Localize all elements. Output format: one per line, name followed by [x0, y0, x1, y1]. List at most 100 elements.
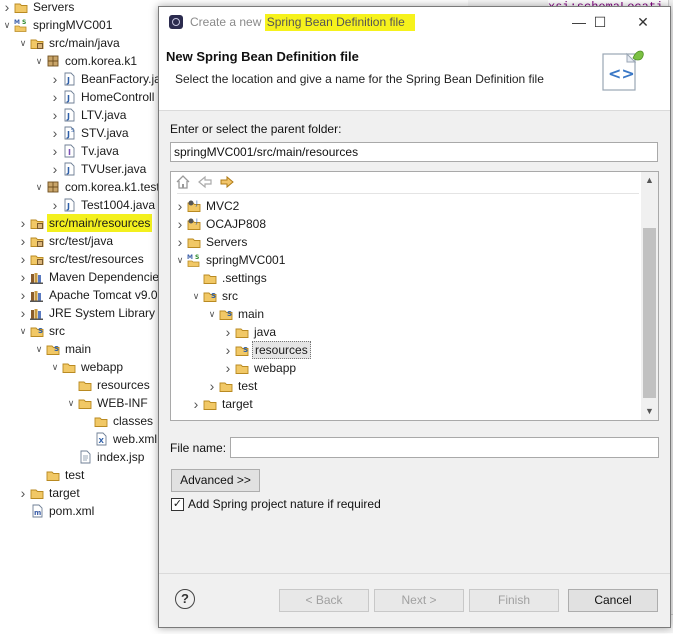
svg-text:<>: <> [608, 64, 635, 83]
folder-item-mvc2[interactable]: › J MVC2 [171, 197, 641, 215]
maximize-button[interactable]: ☐ [582, 7, 618, 38]
expanded-chevron-icon[interactable]: ∨ [34, 52, 44, 70]
collapsed-chevron-icon[interactable]: › [175, 215, 185, 233]
close-button[interactable]: ✕ [625, 7, 661, 38]
explorer-item-homecontroll[interactable]: › J HomeControll [0, 88, 165, 106]
collapsed-chevron-icon[interactable]: › [18, 214, 28, 232]
explorer-item-web-xml[interactable]: Xweb.xml [0, 430, 165, 448]
collapsed-chevron-icon[interactable]: › [2, 0, 12, 16]
help-icon[interactable]: ? [175, 589, 195, 609]
explorer-item-maven-dependencie[interactable]: › Maven Dependencie [0, 268, 165, 286]
explorer-item-test1004-java[interactable]: › J Test1004.java [0, 196, 165, 214]
explorer-item-beanfactory-ja[interactable]: › J BeanFactory.ja [0, 70, 165, 88]
spring-nature-checkbox-label[interactable]: Add Spring project nature if required [188, 497, 381, 511]
explorer-item-main[interactable]: ∨ Smain [0, 340, 165, 358]
collapsed-chevron-icon[interactable]: › [18, 286, 28, 304]
next-button[interactable]: Next > [374, 589, 464, 612]
collapsed-chevron-icon[interactable]: › [191, 395, 201, 413]
source-folder-icon [30, 219, 44, 229]
collapsed-chevron-icon[interactable]: › [18, 304, 28, 322]
explorer-item-com-korea-k1-test[interactable]: ∨ com.korea.k1.test [0, 178, 165, 196]
parent-folder-input[interactable] [170, 142, 658, 162]
advanced-button[interactable]: Advanced >> [171, 469, 260, 492]
scroll-thumb[interactable] [643, 228, 656, 398]
folder-item-springmvc001[interactable]: ∨ M SspringMVC001 [171, 251, 641, 269]
explorer-item-tv-java[interactable]: › I Tv.java [0, 142, 165, 160]
collapsed-chevron-icon[interactable]: › [207, 377, 217, 395]
finish-button[interactable]: Finish [469, 589, 559, 612]
folder-item-main[interactable]: ∨ Smain [171, 305, 641, 323]
scroll-up-arrow-icon[interactable]: ▲ [641, 172, 658, 189]
expanded-chevron-icon[interactable]: ∨ [50, 358, 60, 376]
tree-scrollbar[interactable]: ▲ ▼ [641, 172, 658, 420]
explorer-item-pom-xml[interactable]: m pom.xml [0, 502, 165, 520]
folder-item-ocajp808[interactable]: › J OCAJP808 [171, 215, 641, 233]
explorer-item-resources[interactable]: resources [0, 376, 165, 394]
folder-icon [78, 381, 92, 391]
expanded-chevron-icon[interactable]: ∨ [66, 394, 76, 412]
explorer-item-apache-tomcat-v9-0[interactable]: › Apache Tomcat v9.0 [0, 286, 165, 304]
collapsed-chevron-icon[interactable]: › [18, 250, 28, 268]
back-button[interactable]: < Back [279, 589, 369, 612]
collapsed-chevron-icon[interactable]: › [50, 160, 60, 178]
folder-item-java[interactable]: › java [171, 323, 641, 341]
folder-item-webapp[interactable]: › webapp [171, 359, 641, 377]
folder-item-target[interactable]: › target [171, 395, 641, 413]
dialog-titlebar[interactable]: Create a new Spring Bean Definition file… [159, 7, 670, 38]
collapsed-chevron-icon[interactable]: › [223, 341, 233, 359]
collapsed-chevron-icon[interactable]: › [223, 323, 233, 341]
svg-text:M: M [187, 254, 193, 261]
cancel-button[interactable]: Cancel [568, 589, 658, 612]
explorer-item-springmvc001[interactable]: ∨ M SspringMVC001 [0, 16, 165, 34]
folder-item-settings[interactable]: .settings [171, 269, 641, 287]
expanded-chevron-icon[interactable]: ∨ [18, 34, 28, 52]
collapsed-chevron-icon[interactable]: › [175, 197, 185, 215]
collapsed-chevron-icon[interactable]: › [50, 70, 60, 88]
explorer-item-classes[interactable]: classes [0, 412, 165, 430]
collapsed-chevron-icon[interactable]: › [50, 106, 60, 124]
collapsed-chevron-icon[interactable]: › [50, 196, 60, 214]
explorer-item-jre-system-library[interactable]: › JRE System Library [0, 304, 165, 322]
file-name-input[interactable] [230, 437, 659, 458]
scroll-down-arrow-icon[interactable]: ▼ [641, 403, 658, 420]
expanded-chevron-icon[interactable]: ∨ [18, 322, 28, 340]
home-icon[interactable] [175, 174, 191, 190]
expanded-chevron-icon[interactable]: ∨ [34, 340, 44, 358]
explorer-item-webapp[interactable]: ∨ webapp [0, 358, 165, 376]
collapsed-chevron-icon[interactable]: › [18, 268, 28, 286]
explorer-item-src-test-java[interactable]: › src/test/java [0, 232, 165, 250]
expanded-chevron-icon[interactable]: ∨ [191, 287, 201, 305]
collapsed-chevron-icon[interactable]: › [50, 142, 60, 160]
folder-item-test[interactable]: › test [171, 377, 641, 395]
expanded-chevron-icon[interactable]: ∨ [2, 16, 12, 34]
collapsed-chevron-icon[interactable]: › [223, 359, 233, 377]
explorer-item-src-main-resources[interactable]: › src/main/resources [0, 214, 165, 232]
explorer-item-ltv-java[interactable]: › J LTV.java [0, 106, 165, 124]
expanded-chevron-icon[interactable]: ∨ [175, 251, 185, 269]
spring-nature-checkbox[interactable]: ✓ [171, 498, 184, 511]
explorer-item-stv-java[interactable]: › J S STV.java [0, 124, 165, 142]
explorer-item-web-inf[interactable]: ∨ WEB-INF [0, 394, 165, 412]
collapsed-chevron-icon[interactable]: › [50, 88, 60, 106]
folder-item-resources[interactable]: › Sresources [171, 341, 641, 359]
explorer-item-com-korea-k1[interactable]: ∨ com.korea.k1 [0, 52, 165, 70]
back-arrow-icon[interactable] [197, 174, 213, 190]
forward-arrow-icon[interactable] [219, 174, 235, 190]
explorer-item-src[interactable]: ∨ Ssrc [0, 322, 165, 340]
tree-item-label: src [222, 289, 238, 303]
explorer-item-src-test-resources[interactable]: › src/test/resources [0, 250, 165, 268]
collapsed-chevron-icon[interactable]: › [50, 124, 60, 142]
explorer-item-target[interactable]: › target [0, 484, 165, 502]
folder-item-src[interactable]: ∨ Ssrc [171, 287, 641, 305]
explorer-item-tvuser-java[interactable]: › J TVUser.java [0, 160, 165, 178]
expanded-chevron-icon[interactable]: ∨ [34, 178, 44, 196]
explorer-item-servers[interactable]: › Servers [0, 0, 165, 16]
explorer-item-test[interactable]: test [0, 466, 165, 484]
folder-item-servers[interactable]: › Servers [171, 233, 641, 251]
expanded-chevron-icon[interactable]: ∨ [207, 305, 217, 323]
explorer-item-index-jsp[interactable]: index.jsp [0, 448, 165, 466]
collapsed-chevron-icon[interactable]: › [18, 232, 28, 250]
collapsed-chevron-icon[interactable]: › [175, 233, 185, 251]
collapsed-chevron-icon[interactable]: › [18, 484, 28, 502]
explorer-item-src-main-java[interactable]: ∨ src/main/java [0, 34, 165, 52]
